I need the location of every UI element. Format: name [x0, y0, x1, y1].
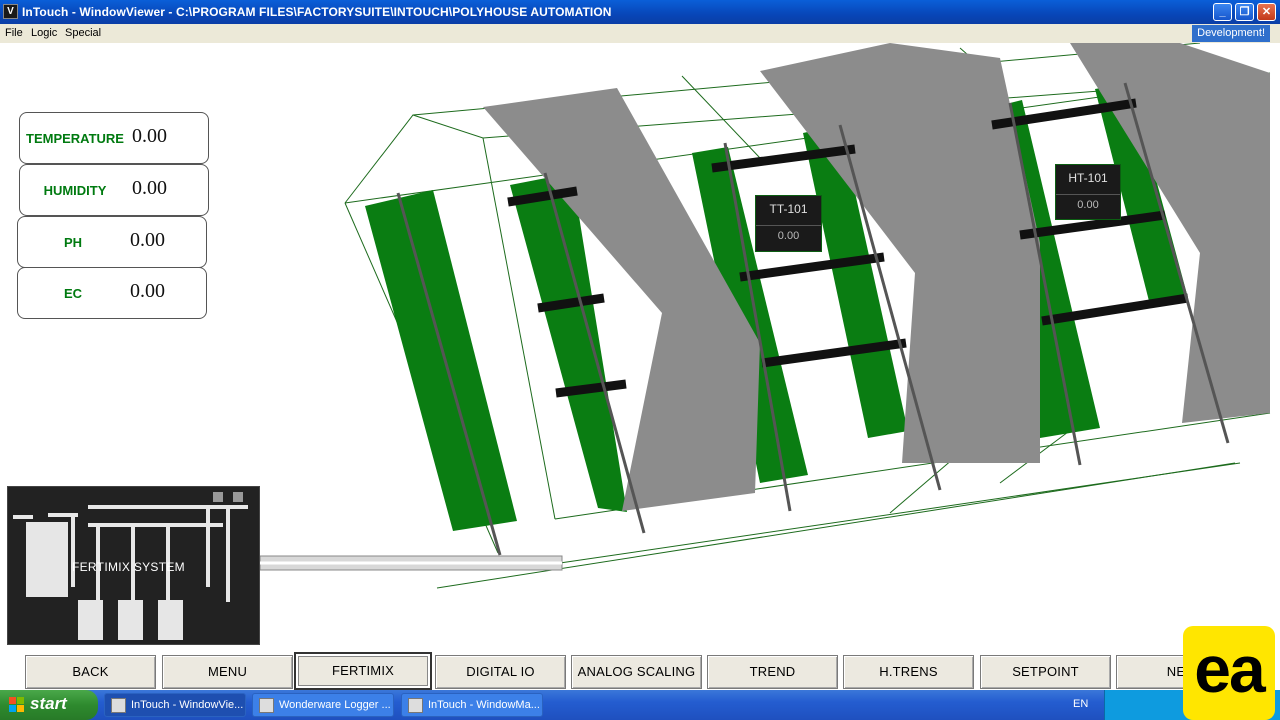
green-panels [365, 83, 1188, 531]
ht-101-name: HT-101 [1056, 165, 1120, 195]
ec-label: EC [63, 286, 83, 301]
taskbar: start InTouch - WindowVie... Wonderware … [0, 690, 1280, 720]
temperature-label: TEMPERATURE [26, 131, 124, 146]
ht-101-display[interactable]: HT-101 0.00 [1055, 164, 1121, 220]
ph-value: 0.00 [130, 229, 165, 251]
ec-value: 0.00 [130, 280, 165, 302]
tt-101-name: TT-101 [756, 196, 821, 226]
setpoint-button[interactable]: SETPOINT [980, 655, 1111, 689]
task-label: Wonderware Logger ... [279, 699, 391, 711]
ph-readout: PH 0.00 [17, 216, 207, 268]
digital-io-button[interactable]: DIGITAL IO [435, 655, 566, 689]
watermark-logo: ea [1183, 626, 1275, 720]
temperature-value: 0.00 [132, 125, 167, 147]
logger-app-icon [259, 698, 274, 713]
tt-101-display[interactable]: TT-101 0.00 [755, 195, 822, 252]
task-intouch-windowviewer[interactable]: InTouch - WindowVie... [104, 693, 246, 717]
menu-file[interactable]: File [5, 27, 23, 39]
menu-bar: File Logic Special Development! [0, 24, 1280, 43]
title-bar: V InTouch - WindowViewer - C:\PROGRAM FI… [0, 0, 1280, 24]
menu-special[interactable]: Special [65, 27, 101, 39]
tt-101-value: 0.00 [777, 230, 800, 242]
nav-bar: BACK MENU FERTIMIX DIGITAL IO ANALOG SCA… [0, 652, 1280, 690]
close-icon: ✕ [1261, 6, 1272, 18]
language-indicator[interactable]: EN [1073, 698, 1088, 710]
supply-pipe [259, 555, 563, 571]
restore-button[interactable]: ❐ [1235, 3, 1254, 21]
humidity-readout: HUMIDITY 0.00 [19, 164, 209, 216]
restore-icon: ❐ [1239, 6, 1250, 18]
task-label: InTouch - WindowMa... [428, 699, 540, 711]
close-button[interactable]: ✕ [1257, 3, 1276, 21]
fertimix-button[interactable]: FERTIMIX [294, 652, 432, 690]
app-icon: V [3, 4, 18, 19]
start-button[interactable]: start [0, 690, 98, 720]
ht-101-value: 0.00 [1077, 199, 1099, 211]
menu-logic[interactable]: Logic [31, 27, 57, 39]
humidity-value: 0.00 [132, 177, 167, 199]
task-label: InTouch - WindowVie... [131, 699, 244, 711]
fertimix-system-label: FERTIMIX SYSTEM [72, 560, 185, 574]
windowmaker-app-icon [408, 698, 423, 713]
windows-logo-icon [9, 697, 24, 712]
menu-button[interactable]: MENU [162, 655, 293, 689]
humidity-label: HUMIDITY [43, 183, 107, 198]
development-button[interactable]: Development! [1192, 25, 1270, 42]
back-button[interactable]: BACK [25, 655, 156, 689]
ec-readout: EC 0.00 [17, 267, 207, 319]
h-trens-button[interactable]: H.TRENS [843, 655, 974, 689]
minimize-button[interactable]: _ [1213, 3, 1232, 21]
minimize-icon: _ [1219, 6, 1226, 18]
task-wonderware-logger[interactable]: Wonderware Logger ... [252, 693, 394, 717]
intouch-app-icon [111, 698, 126, 713]
start-label: start [30, 694, 67, 713]
ph-label: PH [63, 235, 83, 250]
task-intouch-windowmaker[interactable]: InTouch - WindowMa... [401, 693, 543, 717]
trend-button[interactable]: TREND [707, 655, 838, 689]
analog-scaling-button[interactable]: ANALOG SCALING [571, 655, 702, 689]
window-title: InTouch - WindowViewer - C:\PROGRAM FILE… [22, 5, 612, 19]
hmi-canvas: TEMPERATURE 0.00 HUMIDITY 0.00 PH 0.00 E… [0, 43, 1280, 690]
temperature-readout: TEMPERATURE 0.00 [19, 112, 209, 164]
fertimix-system-panel[interactable]: FERTIMIX SYSTEM [7, 486, 260, 645]
